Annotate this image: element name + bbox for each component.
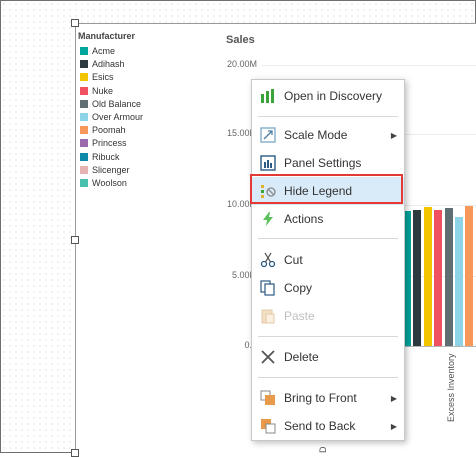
scale-icon [260,127,276,143]
bar-old-balance[interactable] [445,208,453,346]
submenu-arrow-icon: ▶ [391,131,397,140]
menu-item-label: Paste [284,309,315,323]
gridline [262,65,476,66]
menu-item-label: Send to Back [284,419,355,433]
menu-item-label: Actions [284,212,323,226]
legend-label: Poomah [92,125,126,135]
bar-adihash[interactable] [413,210,421,346]
legend-item[interactable]: Adihash [80,58,125,70]
legend-item[interactable]: Over Armour [80,111,143,123]
resize-handle-bottom-left[interactable] [71,449,79,457]
menu-item-open-in-discovery[interactable]: Open in Discovery [252,82,404,110]
menu-item-actions[interactable]: Actions [252,205,404,233]
legend-label: Woolson [92,178,127,188]
legend-item[interactable]: Princess [80,137,127,149]
legend-swatch [80,47,88,55]
menu-separator [258,238,398,239]
legend-label: Slicenger [92,165,130,175]
legend-label: Old Balance [92,99,141,109]
legend-item[interactable]: Poomah [80,124,126,136]
menu-item-send-to-back[interactable]: Send to Back ▶ [252,412,404,440]
menu-item-label: Delete [284,350,319,364]
menu-separator [258,116,398,117]
legend-item[interactable]: Woolson [80,177,127,189]
bar-nuke[interactable] [434,210,442,346]
legend-swatch [80,166,88,174]
y-tick-label: 0.0 [207,340,257,350]
legend-title: Manufacturer [78,31,135,41]
legend-swatch [80,73,88,81]
legend-swatch [80,153,88,161]
menu-item-label: Bring to Front [284,391,357,405]
menu-item-paste[interactable]: Paste [252,302,404,330]
legend-label: Ribuck [92,152,120,162]
lightning-icon [260,211,276,227]
bar-over-armour[interactable] [455,217,463,346]
menu-item-label: Copy [284,281,312,295]
bar-chart-icon [260,88,276,104]
legend-swatch [80,113,88,121]
legend-swatch [80,87,88,95]
y-tick-label: 5.00M [207,270,257,280]
x-category-label: Excess Inventory [446,353,456,422]
y-tick-label: 15.00M [207,128,257,138]
paste-icon [260,308,276,324]
legend-swatch [80,126,88,134]
legend-item[interactable]: Old Balance [80,98,141,110]
menu-item-delete[interactable]: Delete [252,343,404,371]
bar-poomah[interactable] [465,206,473,347]
resize-handle-top-left[interactable] [71,19,79,27]
submenu-arrow-icon: ▶ [391,422,397,431]
legend-item[interactable]: Slicenger [80,164,130,176]
menu-item-label: Cut [284,253,303,267]
legend-swatch [80,60,88,68]
menu-item-label: Scale Mode [284,128,347,142]
bar-esics[interactable] [424,207,432,346]
legend-label: Acme [92,46,115,56]
menu-item-label: Open in Discovery [284,89,382,103]
highlight-annotation-box [250,174,403,204]
legend-label: Esics [92,72,114,82]
chart-title: Sales [226,34,255,46]
scissors-icon [260,252,276,268]
legend-item[interactable]: Nuke [80,85,113,97]
menu-item-label: Panel Settings [284,156,361,170]
legend-item[interactable]: Ribuck [80,151,120,163]
menu-item-cut[interactable]: Cut [252,246,404,274]
submenu-arrow-icon: ▶ [391,394,397,403]
legend-swatch [80,139,88,147]
delete-x-icon [260,349,276,365]
menu-item-copy[interactable]: Copy [252,274,404,302]
menu-item-bring-to-front[interactable]: Bring to Front ▶ [252,384,404,412]
menu-separator [258,377,398,378]
legend-swatch [80,100,88,108]
copy-icon [260,280,276,296]
y-tick-label: 20.00M [207,59,257,69]
panel-settings-icon [260,155,276,171]
x-category-label-cut: D [318,447,328,454]
menu-separator [258,336,398,337]
send-back-icon [260,418,276,434]
legend-label: Adihash [92,59,125,69]
bring-front-icon [260,390,276,406]
legend-item[interactable]: Esics [80,71,114,83]
legend-label: Over Armour [92,112,143,122]
legend-label: Princess [92,138,127,148]
context-menu: Open in Discovery Scale Mode ▶ Panel Set… [251,79,405,441]
legend-swatch [80,179,88,187]
legend-label: Nuke [92,86,113,96]
legend-item[interactable]: Acme [80,45,115,57]
menu-item-scale-mode[interactable]: Scale Mode ▶ [252,121,404,149]
resize-handle-left[interactable] [71,236,79,244]
menu-item-panel-settings[interactable]: Panel Settings [252,149,404,177]
